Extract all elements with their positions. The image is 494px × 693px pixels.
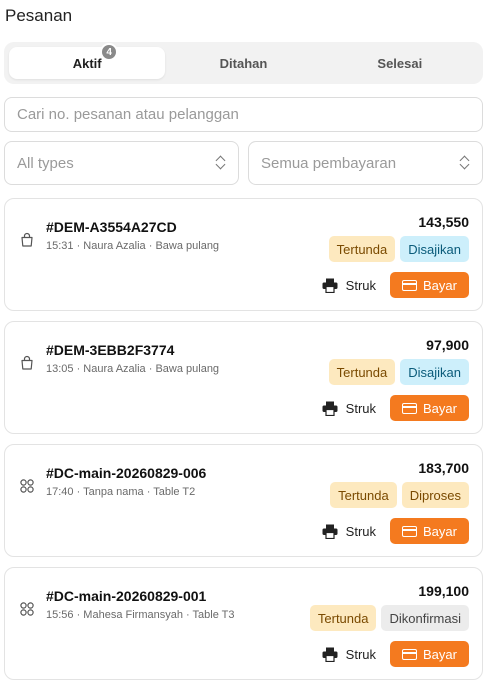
receipt-label: Struk [345, 400, 376, 416]
shopping-bag-icon [21, 355, 33, 370]
order-status-badge: Diproses [401, 482, 469, 508]
chevron-up-down-icon [460, 155, 470, 171]
select-value: Semua pembayaran [261, 154, 397, 172]
receipt-button[interactable]: Struk [322, 401, 376, 416]
payment-status-badge: Tertunda [328, 236, 396, 262]
credit-card-icon [402, 279, 418, 291]
table-icon [20, 479, 34, 493]
page-title: Pesanan [5, 6, 73, 25]
printer-icon [322, 278, 338, 293]
printer-icon [322, 524, 338, 539]
order-meta: 17:40 · Tanpa nama · Table T2 [46, 486, 196, 498]
order-status-badge: Dikonfirmasi [381, 605, 469, 631]
tab-label: Aktif [72, 55, 102, 71]
receipt-label: Struk [345, 277, 376, 293]
order-status-badge: Disajikan [400, 236, 469, 262]
credit-card-icon [402, 525, 418, 537]
printer-icon [322, 401, 338, 416]
printer-icon [322, 647, 338, 662]
order-card[interactable]: #DEM-A3554A27CD 15:31 · Naura Azalia · B… [4, 198, 483, 311]
receipt-button[interactable]: Struk [322, 278, 376, 293]
order-meta: 13:05 · Naura Azalia · Bawa pulang [46, 363, 220, 375]
pay-label: Bayar [423, 400, 457, 416]
order-total: 199,100 [418, 583, 469, 599]
search-input[interactable] [4, 97, 483, 132]
order-number: #DEM-A3554A27CD [46, 219, 177, 235]
pay-button[interactable]: Bayar [390, 518, 469, 544]
order-total: 183,700 [418, 460, 469, 476]
order-number: #DEM-3EBB2F3774 [46, 342, 175, 358]
order-total: 143,550 [418, 214, 469, 230]
receipt-label: Struk [345, 646, 376, 662]
receipt-label: Struk [345, 523, 376, 539]
shopping-bag-icon [21, 232, 33, 247]
pay-button[interactable]: Bayar [390, 641, 469, 667]
payment-status-badge: Tertunda [330, 482, 397, 508]
tab-selesai[interactable]: Selesai [322, 47, 478, 79]
tab-aktif[interactable]: Aktif 4 [9, 43, 166, 79]
receipt-button[interactable]: Struk [322, 647, 376, 662]
order-meta: 15:56 · Mahesa Firmansyah · Table T3 [46, 609, 235, 621]
status-tabs: Aktif 4 Ditahan Selesai [4, 42, 483, 84]
pay-label: Bayar [423, 277, 457, 293]
order-number: #DC-main-20260829-006 [46, 465, 207, 481]
order-status-badge: Disajikan [400, 359, 469, 385]
pay-button[interactable]: Bayar [390, 395, 469, 421]
pay-button[interactable]: Bayar [390, 272, 469, 298]
order-card[interactable]: #DC-main-20260829-001 15:56 · Mahesa Fir… [4, 567, 483, 680]
type-filter-select[interactable]: All types [4, 141, 239, 185]
payment-status-badge: Tertunda [328, 359, 396, 385]
pay-label: Bayar [423, 646, 457, 662]
pay-label: Bayar [423, 523, 457, 539]
tab-ditahan[interactable]: Ditahan [165, 47, 321, 79]
tab-label: Selesai [377, 55, 423, 71]
receipt-button[interactable]: Struk [322, 524, 376, 539]
order-meta: 15:31 · Naura Azalia · Bawa pulang [46, 240, 220, 252]
order-card[interactable]: #DC-main-20260829-006 17:40 · Tanpa nama… [4, 444, 483, 557]
credit-card-icon [402, 648, 418, 660]
select-value: All types [17, 154, 74, 172]
credit-card-icon [402, 402, 418, 414]
order-number: #DC-main-20260829-001 [46, 588, 207, 604]
order-card[interactable]: #DEM-3EBB2F3774 13:05 · Naura Azalia · B… [4, 321, 483, 434]
payment-status-badge: Tertunda [309, 605, 377, 631]
chevron-up-down-icon [216, 155, 226, 171]
count-badge: 4 [100, 43, 119, 61]
table-icon [20, 602, 34, 616]
tab-label: Ditahan [219, 55, 268, 71]
payment-filter-select[interactable]: Semua pembayaran [248, 141, 483, 185]
order-total: 97,900 [426, 337, 469, 353]
